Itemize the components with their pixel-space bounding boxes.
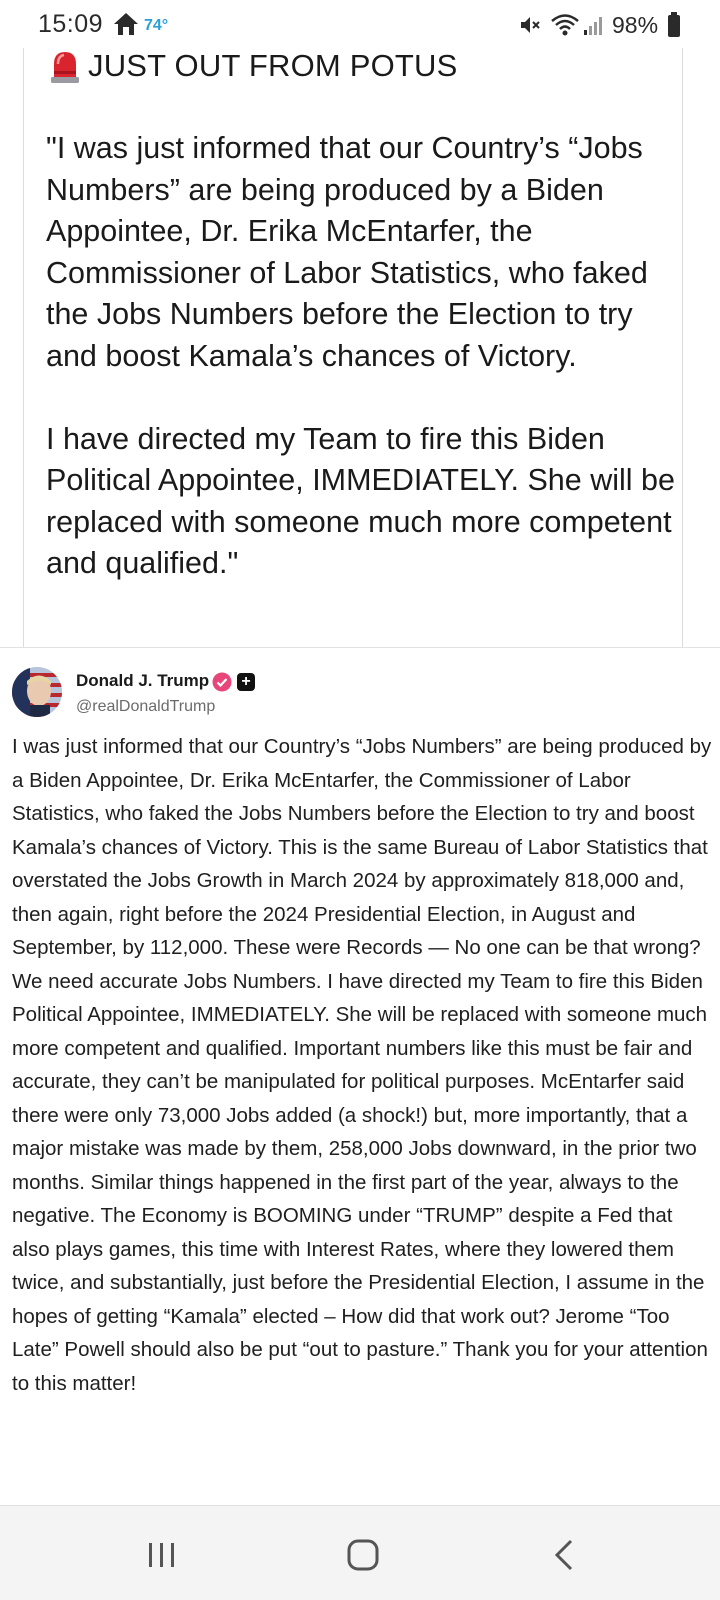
- home-icon: [114, 13, 138, 35]
- home-button-icon[interactable]: [347, 1539, 379, 1571]
- recent-apps-icon[interactable]: [147, 1542, 177, 1568]
- post: Donald J. Trump + @realDonaldTrump I was…: [0, 648, 720, 1508]
- navigation-bar: [0, 1505, 720, 1600]
- quote-heading-text: JUST OUT FROM POTUS: [88, 48, 458, 83]
- siren-icon: [51, 52, 79, 83]
- signal-icon: [584, 17, 602, 35]
- avatar[interactable]: [12, 667, 62, 717]
- quote-paragraph: "I was just informed that our Country’s …: [46, 131, 648, 373]
- status-bar: 15:09 74° 98%: [0, 0, 720, 48]
- mute-icon: [521, 17, 540, 33]
- battery-icon: [668, 12, 680, 37]
- temperature-label: 74°: [144, 17, 169, 34]
- quote-heading: JUST OUT FROM POTUS: [48, 48, 458, 84]
- quote-card: JUST OUT FROM POTUS "I was just informed…: [23, 40, 683, 648]
- back-icon[interactable]: [553, 1539, 575, 1571]
- quote-paragraph: I have directed my Team to fire this Bid…: [46, 421, 675, 581]
- verified-badge-icon: [212, 672, 232, 692]
- quote-body: "I was just informed that our Country’s …: [46, 128, 676, 585]
- author-handle[interactable]: @realDonaldTrump: [76, 698, 215, 716]
- battery-percent: 98%: [612, 12, 659, 38]
- plus-icon[interactable]: +: [237, 673, 255, 691]
- post-body: I was just informed that our Country’s “…: [12, 735, 712, 1395]
- author-name[interactable]: Donald J. Trump: [76, 671, 209, 691]
- wifi-icon: [551, 14, 579, 36]
- status-time: 15:09: [38, 10, 104, 38]
